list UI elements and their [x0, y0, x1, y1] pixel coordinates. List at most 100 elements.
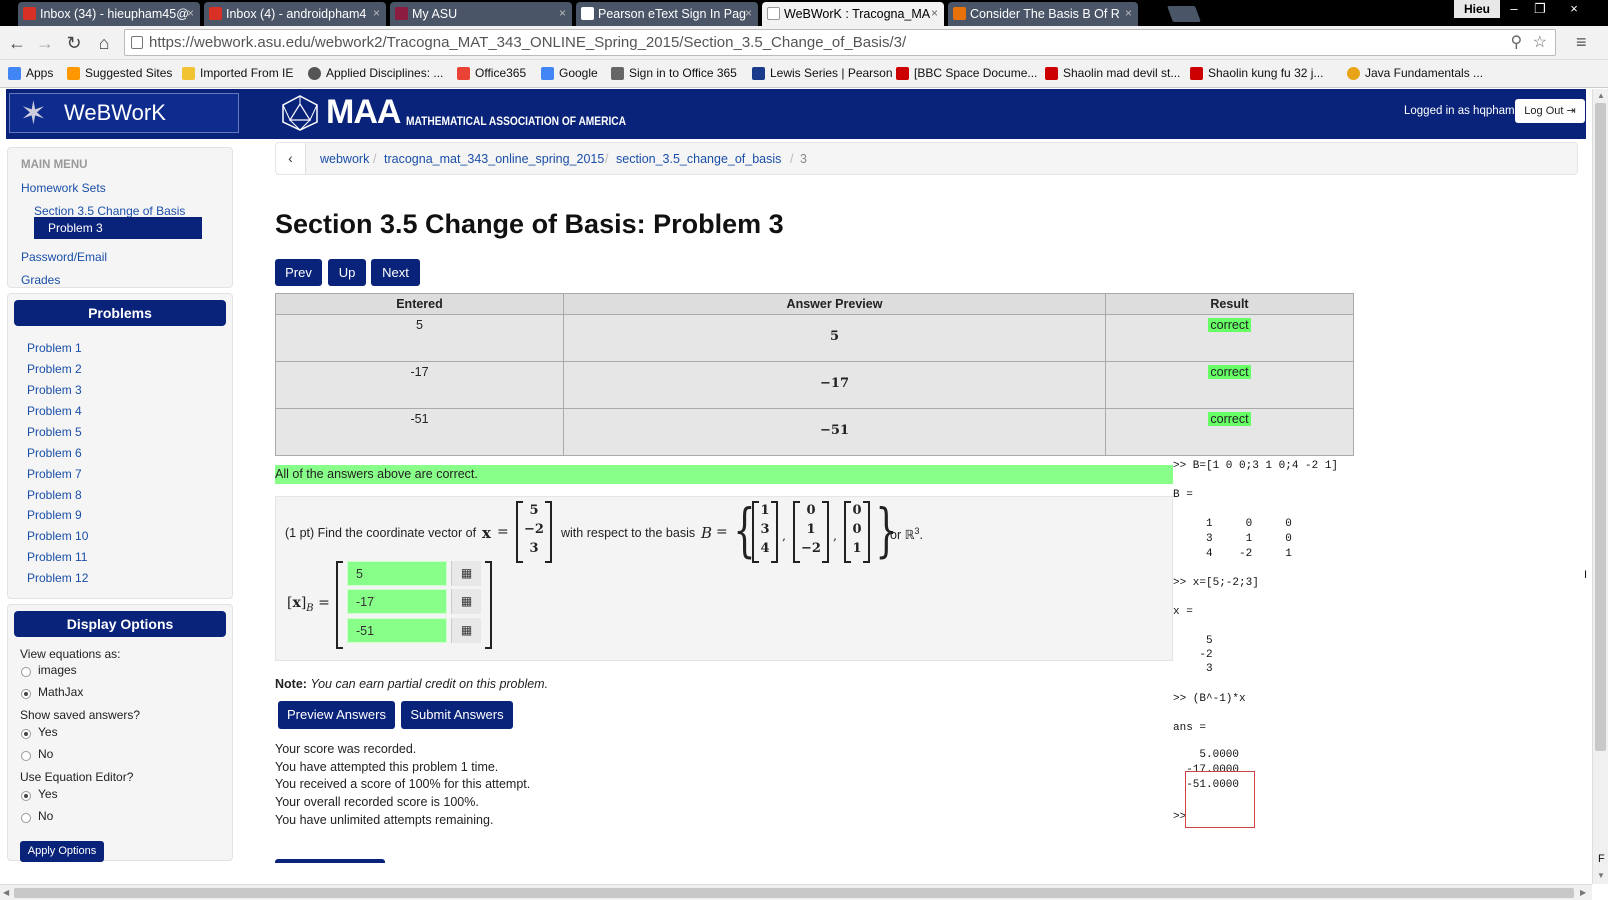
section-link[interactable]: Section 3.5 Change of Basis [34, 204, 185, 218]
problem-link[interactable]: Problem 2 [27, 362, 82, 376]
close-icon[interactable]: × [373, 6, 380, 20]
breadcrumb-section[interactable]: section_3.5_change_of_basis [616, 152, 781, 166]
maa-logo[interactable]: MAA MATHEMATICAL ASSOCIATION OF AMERICA [280, 93, 665, 132]
view-equations-label: View equations as: [20, 647, 121, 661]
answer-highlight-box [1185, 771, 1255, 828]
close-icon[interactable]: × [745, 6, 752, 20]
partial-credit-note: Note: You can earn partial credit on thi… [275, 677, 549, 691]
bookmark-lewis-series[interactable]: Lewis Series | Pearson [752, 66, 893, 80]
edge-glyph: I [1584, 569, 1588, 581]
bookmark-shaolin-kung-fu[interactable]: Shaolin kung fu 32 j... [1190, 66, 1323, 80]
answer-input-1[interactable]: 5 [347, 561, 447, 586]
problem-link[interactable]: Problem 8 [27, 488, 82, 502]
close-icon[interactable]: × [559, 6, 566, 20]
vertical-scrollbar[interactable]: ▲ ▼ [1592, 89, 1608, 884]
bookmark-sign-in-office365[interactable]: Sign in to Office 365 [611, 66, 737, 80]
close-icon[interactable]: × [931, 6, 938, 20]
close-icon[interactable]: × [1125, 6, 1132, 20]
prev-button[interactable]: Prev [275, 259, 322, 286]
bookmark-suggested-sites[interactable]: Suggested Sites [67, 66, 172, 80]
browser-tab-2[interactable]: Inbox (4) - androidpham4 × [204, 2, 386, 26]
back-icon[interactable]: ← [6, 32, 28, 54]
suggested-sites-icon [67, 66, 80, 80]
logout-button[interactable]: Log Out ⇥ [1515, 99, 1585, 123]
grades-link[interactable]: Grades [21, 273, 60, 287]
equation-editor-grid-icon[interactable]: ▦ [451, 561, 481, 586]
cut-off-button [275, 859, 385, 863]
chevron-left-icon[interactable]: ‹ [276, 143, 306, 174]
bookmark-star-icon[interactable]: ☆ [1533, 34, 1547, 51]
bookmark-applied-disciplines[interactable]: Applied Disciplines: ... [308, 66, 443, 80]
problem-link[interactable]: Problem 9 [27, 508, 82, 522]
problem-link[interactable]: Problem 5 [27, 425, 82, 439]
breadcrumb-webwork[interactable]: webwork [320, 152, 369, 166]
window-close-icon[interactable]: × [1562, 0, 1586, 18]
radio-saved-yes-label: Yes [38, 725, 58, 739]
problem-link[interactable]: Problem 3 [27, 383, 82, 397]
bookmark-office365[interactable]: Office365 [457, 66, 526, 80]
password-email-link[interactable]: Password/Email [21, 250, 107, 264]
radio-editor-no[interactable] [21, 813, 31, 823]
close-icon[interactable]: × [187, 6, 194, 20]
profile-name[interactable]: Hieu [1454, 0, 1500, 18]
radio-editor-no-label: No [38, 809, 54, 823]
submit-answers-button[interactable]: Submit Answers [401, 701, 513, 729]
radio-saved-no[interactable] [21, 751, 31, 761]
scroll-thumb[interactable] [14, 888, 1574, 898]
equation-editor-grid-icon[interactable]: ▦ [451, 589, 481, 614]
problem-link[interactable]: Problem 6 [27, 446, 82, 460]
display-options-heading: Display Options [14, 611, 226, 637]
current-problem-link[interactable]: Problem 3 [34, 217, 202, 239]
radio-mathjax[interactable] [21, 689, 31, 699]
browser-tab-6[interactable]: Consider The Basis B Of R × [948, 2, 1138, 26]
next-button[interactable]: Next [371, 259, 420, 286]
bookmark-google[interactable]: Google [541, 66, 598, 80]
answer-input-3[interactable]: -51 [347, 618, 447, 643]
coord-label: [x]B = [287, 595, 330, 614]
radio-editor-yes[interactable] [21, 791, 31, 801]
basis-vector-2: 0 1 −2 [793, 501, 829, 563]
breadcrumb-course[interactable]: tracogna_mat_343_online_spring_2015 [384, 152, 604, 166]
google-icon [541, 66, 554, 80]
chrome-menu-icon[interactable]: ≡ [1576, 32, 1587, 53]
problem-link[interactable]: Problem 1 [27, 341, 82, 355]
preview-answers-button[interactable]: Preview Answers [278, 701, 395, 729]
forward-icon[interactable]: → [34, 32, 56, 54]
reload-icon[interactable]: ↻ [63, 32, 85, 54]
webwork-logo[interactable]: ✶ WeBWorK [9, 93, 239, 133]
problem-link[interactable]: Problem 12 [27, 571, 88, 585]
homework-sets-link[interactable]: Homework Sets [21, 181, 106, 195]
browser-tab-4[interactable]: Pearson eText Sign In Pag × [576, 2, 758, 26]
preview-value: 5 [563, 314, 1106, 362]
status-badge: correct [1208, 318, 1251, 332]
search-icon[interactable]: ⚲ [1510, 34, 1522, 51]
apply-options-button[interactable]: Apply Options [20, 841, 104, 862]
up-button[interactable]: Up [328, 259, 366, 286]
scroll-thumb[interactable] [1595, 103, 1606, 751]
browser-tab-5-active[interactable]: WeBWorK : Tracogna_MA × [762, 2, 944, 26]
problem-link[interactable]: Problem 4 [27, 404, 82, 418]
pearson-icon [752, 66, 765, 80]
home-icon[interactable]: ⌂ [93, 32, 115, 54]
horizontal-scrollbar[interactable]: ◀ ▶ [0, 884, 1592, 900]
equals-sign: = [497, 524, 509, 540]
radio-images[interactable] [21, 667, 31, 677]
restore-icon[interactable]: ❐ [1528, 0, 1552, 18]
problem-link[interactable]: Problem 10 [27, 529, 88, 543]
problem-link[interactable]: Problem 11 [27, 550, 87, 564]
problem-link[interactable]: Problem 7 [27, 467, 82, 481]
answer-input-2[interactable]: -17 [347, 589, 447, 614]
new-tab-button[interactable] [1167, 6, 1201, 22]
address-bar[interactable]: https://webwork.asu.edu/webwork2/Tracogn… [124, 29, 1556, 56]
browser-tab-3[interactable]: My ASU × [390, 2, 572, 26]
browser-tab-1[interactable]: Inbox (34) - hieupham45@ × [18, 2, 200, 26]
equation-editor-grid-icon[interactable]: ▦ [451, 618, 481, 643]
minimize-icon[interactable]: – [1502, 0, 1526, 18]
radio-saved-yes[interactable] [21, 729, 31, 739]
bookmark-java-fundamentals[interactable]: Java Fundamentals ... [1347, 66, 1483, 80]
radio-editor-yes-label: Yes [38, 787, 58, 801]
bookmark-bbc-space[interactable]: [BBC Space Docume... [896, 66, 1037, 80]
bookmark-imported-from-ie[interactable]: Imported From IE [182, 66, 293, 80]
bookmark-shaolin-mad-devil[interactable]: Shaolin mad devil st... [1045, 66, 1180, 80]
bookmark-apps[interactable]: Apps [8, 66, 53, 80]
